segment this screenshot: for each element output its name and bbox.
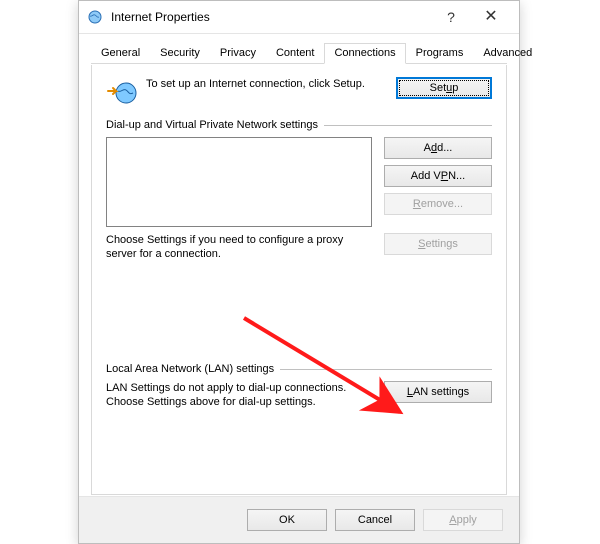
internet-options-icon [87, 9, 103, 25]
tab-privacy[interactable]: Privacy [210, 43, 266, 64]
titlebar[interactable]: Internet Properties ? ✕ [79, 1, 519, 34]
tab-advanced[interactable]: Advanced [473, 43, 542, 64]
divider [280, 369, 492, 370]
close-button[interactable]: ✕ [471, 2, 511, 32]
remove-button: Remove... [384, 193, 492, 215]
dialog-footer: OK Cancel Apply [79, 496, 519, 543]
internet-properties-dialog: Internet Properties ? ✕ General Security… [78, 0, 520, 544]
tab-security[interactable]: Security [150, 43, 210, 64]
globe-wizard-icon [106, 77, 138, 109]
tab-programs[interactable]: Programs [406, 43, 474, 64]
divider [324, 125, 492, 126]
cancel-button[interactable]: Cancel [335, 509, 415, 531]
lan-settings-button[interactable]: LAN settings [384, 381, 492, 403]
proxy-description: Choose Settings if you need to configure… [106, 233, 372, 261]
tab-connections[interactable]: Connections [324, 43, 405, 64]
add-button[interactable]: Add... [384, 137, 492, 159]
ok-button[interactable]: OK [247, 509, 327, 531]
tab-content[interactable]: Content [266, 43, 325, 64]
dialup-listbox[interactable] [106, 137, 372, 227]
tab-general[interactable]: General [91, 43, 150, 64]
setup-button[interactable]: Setup [396, 77, 492, 99]
help-button[interactable]: ? [431, 2, 471, 32]
tab-body-connections: To set up an Internet connection, click … [91, 65, 507, 495]
setup-description: To set up an Internet connection, click … [146, 77, 396, 91]
apply-button: Apply [423, 509, 503, 531]
lan-group-label: Local Area Network (LAN) settings [106, 363, 274, 375]
setup-button-label: Setup [430, 82, 459, 94]
window-title: Internet Properties [107, 1, 431, 33]
settings-button: Settings [384, 233, 492, 255]
add-vpn-button[interactable]: Add VPN... [384, 165, 492, 187]
tabstrip: General Security Privacy Content Connect… [91, 42, 507, 64]
lan-description: LAN Settings do not apply to dial-up con… [106, 381, 372, 409]
dialup-group-label: Dial-up and Virtual Private Network sett… [106, 119, 318, 131]
